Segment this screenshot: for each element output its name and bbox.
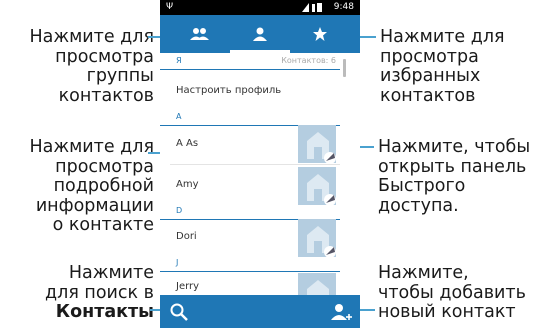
phone-screen: Ψ 9:48 Я Контактов: 6 Настроить профиль … <box>160 0 360 328</box>
section-header-j: J <box>160 257 340 272</box>
contact-photo-amy[interactable] <box>298 167 336 205</box>
groups-icon <box>190 28 209 40</box>
section-header-d: D <box>160 205 340 220</box>
section-header-me: Я Контактов: 6 <box>160 55 340 70</box>
tab-contacts[interactable] <box>230 15 290 53</box>
setup-profile-item[interactable]: Настроить профиль <box>176 85 281 96</box>
callout-line: Нажмите, <box>378 263 469 283</box>
tab-favorites[interactable] <box>290 15 350 53</box>
callout-line: Нажмите, чтобы <box>378 137 531 157</box>
callout-line: Нажмите для <box>29 27 154 47</box>
contact-photo-dori[interactable] <box>298 219 336 257</box>
section-header-a: A <box>160 111 340 126</box>
callout-line: контактов <box>380 85 476 106</box>
section-letter: Я <box>176 56 182 65</box>
contacts-icon <box>253 27 267 41</box>
usb-icon: Ψ <box>166 2 174 12</box>
callout-details: Нажмите для просмотра подробной информац… <box>29 137 154 236</box>
callout-line: Нажмите для <box>380 27 505 47</box>
callout-line: информации <box>35 195 154 216</box>
callout-line: просмотра <box>55 156 154 177</box>
row-divider <box>170 164 340 165</box>
section-letter: J <box>176 258 179 267</box>
status-bar: Ψ 9:48 <box>160 0 360 15</box>
callout-line: доступа. <box>378 195 459 216</box>
contact-list[interactable]: Я Контактов: 6 Настроить профиль A A As … <box>160 53 360 311</box>
contact-name-dori[interactable]: Dori <box>176 231 197 242</box>
callout-line: для поиск в <box>45 282 154 303</box>
search-button[interactable] <box>168 301 190 323</box>
callout-add-contact: Нажмите, чтобы добавить новый контакт <box>378 263 526 323</box>
search-icon <box>170 303 188 321</box>
callout-line: Контакты <box>55 302 154 322</box>
callout-line: просмотра <box>380 46 479 67</box>
contact-photo-a-as[interactable] <box>298 125 336 163</box>
callout-line: чтобы добавить <box>378 282 526 303</box>
section-letter: A <box>176 112 182 121</box>
callout-line: группы <box>86 66 154 86</box>
callout-line: подробной <box>53 176 154 196</box>
star-icon <box>313 27 327 41</box>
callout-line: Нажмите для <box>29 137 154 157</box>
status-time: 9:48 <box>333 2 354 12</box>
contact-name-amy[interactable]: Amy <box>176 179 199 190</box>
default-contact-icon <box>298 167 336 205</box>
callout-line: контактов <box>58 85 154 106</box>
signal-battery-icon <box>302 3 322 12</box>
callout-search: Нажмите для поиск в Контакты <box>45 263 154 323</box>
tab-groups[interactable] <box>170 15 230 53</box>
callout-line: избранных <box>380 66 481 86</box>
callout-favorites: Нажмите для просмотра избранных контакто… <box>380 27 505 106</box>
default-contact-icon <box>298 219 336 257</box>
callout-groups: Нажмите для просмотра группы контактов <box>29 27 154 106</box>
callout-line: о контакте <box>52 215 154 235</box>
contact-name-a-as[interactable]: A As <box>176 138 198 149</box>
callout-line: Быстрого <box>378 176 466 196</box>
contact-count: Контактов: 6 <box>281 56 336 65</box>
contact-name-jerry[interactable]: Jerry <box>176 281 199 292</box>
callout-quick-panel: Нажмите, чтобы открыть панель Быстрого д… <box>378 137 531 216</box>
default-contact-icon <box>298 125 336 163</box>
callout-line: открыть панель <box>378 156 527 177</box>
scrollbar[interactable] <box>343 59 346 77</box>
bottom-action-bar <box>160 295 360 328</box>
section-letter: D <box>176 206 183 215</box>
callout-line: просмотра <box>55 46 154 67</box>
callout-line: новый контакт <box>378 302 516 322</box>
callout-line: Нажмите <box>68 263 154 283</box>
tab-bar <box>160 15 360 53</box>
add-contact-icon <box>331 304 352 320</box>
add-contact-button[interactable] <box>330 301 352 323</box>
